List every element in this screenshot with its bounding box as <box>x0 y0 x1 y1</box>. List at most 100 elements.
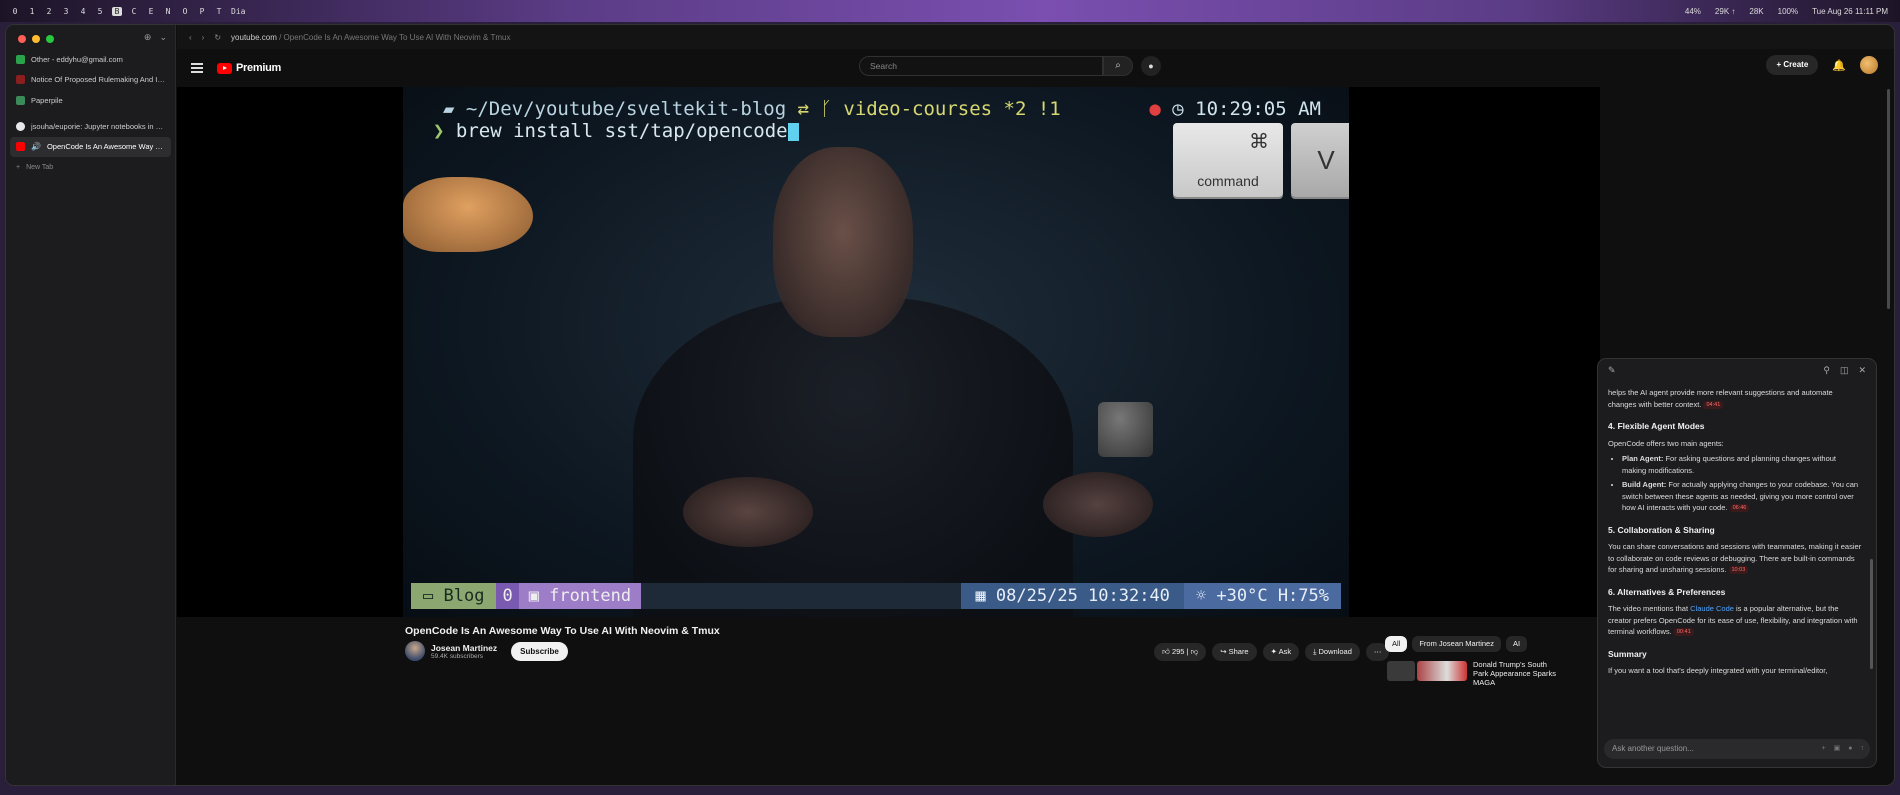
new-chat-icon[interactable]: ✎ <box>1608 365 1616 376</box>
channel-name[interactable]: Josean Martinez <box>431 643 497 653</box>
tab-label: jsouha/euporie: Jupyter notebooks in the… <box>31 121 165 131</box>
space-n[interactable]: N <box>163 7 173 16</box>
tmux-datetime-text: 08/25/25 10:32:40 <box>995 586 1170 606</box>
video-frame: ▰ ~/Dev/youtube/sveltekit-blog ⇄ ᚴ video… <box>403 87 1349 617</box>
screenshot-icon[interactable]: ▣ <box>1834 739 1841 759</box>
prompt-path: ~/Dev/youtube/sveltekit-blog <box>465 98 787 120</box>
presenter-hand <box>683 477 813 547</box>
terminal-command-line: ❯ brew install sst/tap/opencode <box>433 120 799 142</box>
timestamp-link[interactable]: 10:03 <box>1728 566 1749 575</box>
sheets-icon <box>16 54 25 64</box>
menubar-status: 44% 29K ↑ 28K 100% Tue Aug 26 11:11 PM <box>1685 7 1900 16</box>
send-icon[interactable]: ↑ <box>1861 739 1865 759</box>
page-scrollbar[interactable] <box>1887 89 1890 309</box>
list-item: Plan Agent: For asking questions and pla… <box>1622 453 1862 476</box>
microphone-icon[interactable]: ● <box>1848 739 1852 759</box>
zoom-window-button[interactable] <box>46 35 54 43</box>
build-agent-label: Build Agent: <box>1622 480 1667 489</box>
microphone-icon: ● <box>1148 61 1154 71</box>
space-4[interactable]: 4 <box>78 7 88 16</box>
like-button[interactable]: 👍︎ 295 | 👎︎ <box>1154 643 1207 661</box>
space-0[interactable]: 0 <box>10 7 20 16</box>
recommendation-thumbnail[interactable] <box>1417 661 1467 681</box>
space-t[interactable]: T <box>214 7 224 16</box>
pin-icon[interactable]: ⚲ <box>1823 365 1830 376</box>
video-player[interactable]: ▰ ~/Dev/youtube/sveltekit-blog ⇄ ᚴ video… <box>177 87 1600 617</box>
youtube-icon <box>16 142 25 151</box>
search-icon: ⌕ <box>1115 60 1121 71</box>
space-dia[interactable]: Dia <box>231 7 245 16</box>
address-bar[interactable]: youtube.com / OpenCode Is An Awesome Way… <box>231 33 510 42</box>
command-key: ⌘ command <box>1173 123 1283 197</box>
recommendation-avatar[interactable] <box>1387 661 1415 681</box>
speaker-icon[interactable]: 🔊 <box>31 142 41 151</box>
chip-all[interactable]: All <box>1385 636 1408 652</box>
volume-status[interactable]: 44% <box>1685 7 1701 16</box>
tab-gmail-sheets[interactable]: Other - eddyhu@gmail.com <box>10 49 171 69</box>
close-window-button[interactable] <box>18 35 26 43</box>
download-icon[interactable]: ⊕ <box>144 32 152 43</box>
channel-avatar[interactable] <box>405 641 425 661</box>
download-button[interactable]: ⤓ Download <box>1305 643 1360 661</box>
minimize-window-button[interactable] <box>32 35 40 43</box>
dock-icon[interactable]: ◫ <box>1840 365 1849 376</box>
ask-question-input[interactable]: Ask another question... + ▣ ● ↑ <box>1604 739 1870 759</box>
space-1[interactable]: 1 <box>27 7 37 16</box>
clock[interactable]: Tue Aug 26 11:11 PM <box>1812 7 1888 16</box>
thumbs-down-icon[interactable]: 👎︎ <box>1191 647 1199 656</box>
forward-icon[interactable]: › <box>202 33 205 42</box>
ai-paragraph: OpenCode offers two main agents: <box>1608 438 1724 448</box>
youtube-premium-logo[interactable]: Premium <box>217 62 281 74</box>
paperpile-icon <box>16 95 25 105</box>
space-5[interactable]: 5 <box>95 7 105 16</box>
tab-github-euporie[interactable]: jsouha/euporie: Jupyter notebooks in the… <box>10 116 171 136</box>
ask-button[interactable]: ✦ Ask <box>1262 643 1300 661</box>
search-input[interactable]: Search <box>859 56 1103 76</box>
ask-label: Ask <box>1278 647 1292 656</box>
presenter-head <box>773 147 913 337</box>
ai-paragraph: helps the AI agent provide more relevant… <box>1608 387 1862 410</box>
new-tab-button[interactable]: + New Tab <box>10 157 171 177</box>
battery-status[interactable]: 100% <box>1778 7 1798 16</box>
voice-search-button[interactable]: ● <box>1141 56 1161 76</box>
space-b[interactable]: B <box>112 6 122 16</box>
apple-icon: ▰ <box>443 98 466 120</box>
timestamp-link[interactable]: 04:41 <box>1703 400 1724 409</box>
download-label: Download <box>1318 647 1352 656</box>
git-branch-icon: ⇄ ᚴ <box>797 98 832 120</box>
space-2[interactable]: 2 <box>44 7 54 16</box>
timestamp-link[interactable]: 06:46 <box>1729 504 1750 513</box>
tab-notice-rulemaking[interactable]: Notice Of Proposed Rulemaking And Issuan… <box>10 70 171 90</box>
subscribe-button[interactable]: Subscribe <box>511 641 568 661</box>
close-icon[interactable]: ✕ <box>1858 365 1866 376</box>
back-icon[interactable]: ‹ <box>189 33 192 42</box>
space-3[interactable]: 3 <box>61 7 71 16</box>
ai-panel-scrollbar[interactable] <box>1870 559 1873 669</box>
space-o[interactable]: O <box>180 7 190 16</box>
chevron-down-icon[interactable]: ⌄ <box>159 32 167 43</box>
notifications-bell-icon[interactable]: 🔔 <box>1832 59 1846 72</box>
share-button[interactable]: ↪ Share <box>1212 643 1257 661</box>
timestamp-link[interactable]: 00:41 <box>1673 628 1694 637</box>
space-c[interactable]: C <box>129 7 139 16</box>
tab-youtube-opencode[interactable]: 🔊 OpenCode Is An Awesome Way To Use AI W… <box>10 136 171 157</box>
tmux-datetime: ▦ 08/25/25 10:32:40 <box>961 583 1184 609</box>
network-down-status[interactable]: 28K <box>1749 7 1763 16</box>
chip-ai[interactable]: AI <box>1505 636 1528 652</box>
space-p[interactable]: P <box>197 7 207 16</box>
recommendation-title[interactable]: Donald Trump's South Park Appearance Spa… <box>1473 660 1563 687</box>
network-up-status[interactable]: 29K ↑ <box>1715 7 1735 16</box>
space-e[interactable]: E <box>146 7 156 16</box>
chip-from-channel[interactable]: From Josean Martinez <box>1412 636 1501 652</box>
create-button[interactable]: + Create <box>1766 55 1819 75</box>
terminal-cursor <box>787 122 799 141</box>
search-button[interactable]: ⌕ <box>1103 56 1133 76</box>
claude-code-link[interactable]: Claude Code <box>1690 604 1734 613</box>
sidebar-controls: ⊕ ⌄ <box>144 32 167 43</box>
plus-icon[interactable]: + <box>1822 739 1826 759</box>
account-avatar[interactable] <box>1860 56 1878 74</box>
sparkle-icon: ✦ <box>1270 647 1277 656</box>
reload-icon[interactable]: ↻ <box>214 33 221 42</box>
menu-icon[interactable] <box>191 61 203 76</box>
tab-paperpile[interactable]: Paperpile <box>10 90 171 110</box>
